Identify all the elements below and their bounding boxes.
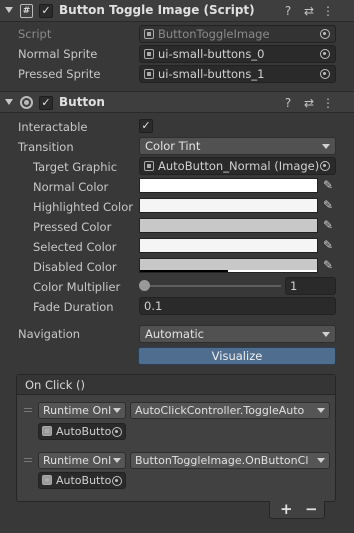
target-object-value: AutoButto: [56, 474, 112, 487]
add-entry-button[interactable]: +: [280, 501, 293, 517]
gameobject-icon: [42, 475, 52, 485]
target-graphic-field[interactable]: AutoButton_Normal (Image): [139, 157, 336, 175]
disabled-color-swatch[interactable]: [139, 258, 318, 273]
disabled-color-label: Disabled Color: [33, 260, 117, 274]
script-enabled-checkbox[interactable]: ✓: [39, 4, 53, 18]
navigation-dropdown[interactable]: Automatic: [139, 325, 336, 343]
highlighted-color-swatch[interactable]: [139, 198, 318, 213]
eyedropper-icon[interactable]: ✎: [321, 258, 335, 272]
transition-label: Transition: [18, 140, 74, 154]
navigation-value: Automatic: [145, 327, 204, 341]
object-picker-icon[interactable]: [320, 29, 330, 39]
interactable-label: Interactable: [18, 120, 88, 134]
target-graphic-value: AutoButton_Normal (Image): [158, 159, 320, 173]
image-icon: [144, 161, 154, 171]
script-label: Script: [18, 27, 52, 41]
normal-sprite-value: ui-small-buttons_0: [158, 47, 265, 61]
visualize-button[interactable]: Visualize: [138, 347, 336, 365]
button-component-icon: [20, 96, 33, 109]
selected-color-swatch[interactable]: [139, 238, 318, 253]
script-field[interactable]: ButtonToggleImage: [139, 25, 336, 43]
runtime-mode-value: Runtime Onl: [43, 454, 112, 467]
transition-dropdown[interactable]: Color Tint: [139, 137, 336, 155]
function-dropdown[interactable]: AutoClickController.ToggleAuto: [130, 402, 330, 419]
target-object-value: AutoButto: [56, 425, 112, 438]
on-click-header: On Click (): [17, 375, 335, 395]
script-field-value: ButtonToggleImage: [158, 27, 270, 41]
chevron-down-icon: [317, 408, 325, 413]
function-value: AutoClickController.ToggleAuto: [135, 404, 305, 417]
script-component-header[interactable]: # ✓ Button Toggle Image (Script) ? ⇄ ⋮: [0, 0, 354, 22]
chevron-down-icon: [322, 332, 330, 337]
fade-duration-label: Fade Duration: [33, 300, 114, 314]
chevron-down-icon: [317, 458, 325, 463]
button-component-title: Button: [59, 95, 105, 109]
color-multiplier-input[interactable]: 1: [285, 277, 336, 295]
object-picker-icon[interactable]: [112, 476, 122, 486]
object-picker-icon[interactable]: [112, 427, 122, 437]
button-enabled-checkbox[interactable]: ✓: [39, 96, 53, 110]
eyedropper-icon[interactable]: ✎: [321, 218, 335, 232]
normal-sprite-label: Normal Sprite: [18, 47, 98, 61]
function-value: ButtonToggleImage.OnButtonCl: [135, 454, 309, 467]
foldout-arrow-icon[interactable]: [5, 99, 13, 105]
pressed-sprite-value: ui-small-buttons_1: [158, 67, 265, 81]
preset-settings-icon[interactable]: ⇄: [302, 4, 316, 18]
target-object-field[interactable]: AutoButto: [38, 472, 126, 489]
more-options-icon[interactable]: ⋮: [321, 4, 335, 18]
script-asset-icon: [144, 29, 154, 39]
reorder-handle-icon[interactable]: [24, 408, 32, 412]
pressed-color-label: Pressed Color: [33, 220, 112, 234]
target-object-field[interactable]: AutoButto: [38, 423, 126, 440]
interactable-checkbox[interactable]: ✓: [139, 119, 153, 133]
pressed-sprite-field[interactable]: ui-small-buttons_1: [139, 65, 336, 83]
chevron-down-icon: [322, 144, 330, 149]
on-click-title: On Click (): [25, 378, 86, 392]
preset-settings-icon[interactable]: ⇄: [302, 96, 316, 110]
normal-sprite-field[interactable]: ui-small-buttons_0: [139, 45, 336, 63]
color-multiplier-slider-track[interactable]: [144, 285, 281, 287]
target-graphic-label: Target Graphic: [33, 160, 118, 174]
eyedropper-icon[interactable]: ✎: [321, 238, 335, 252]
foldout-arrow-icon[interactable]: [5, 7, 13, 13]
runtime-mode-dropdown[interactable]: Runtime Onl: [38, 452, 126, 469]
pressed-sprite-label: Pressed Sprite: [18, 67, 101, 81]
csharp-script-icon: #: [20, 4, 33, 18]
function-dropdown[interactable]: ButtonToggleImage.OnButtonCl: [130, 452, 330, 469]
sprite-icon: [144, 49, 154, 59]
help-icon[interactable]: ?: [281, 96, 295, 110]
normal-color-label: Normal Color: [33, 180, 109, 194]
pressed-color-swatch[interactable]: [139, 218, 318, 233]
object-picker-icon[interactable]: [320, 49, 330, 59]
highlighted-color-label: Highlighted Color: [33, 200, 133, 214]
list-add-remove-footer: + −: [269, 501, 325, 519]
remove-entry-button[interactable]: −: [305, 501, 318, 517]
button-component-header[interactable]: ✓ Button ? ⇄ ⋮: [0, 91, 354, 113]
object-picker-icon[interactable]: [320, 69, 330, 79]
reorder-handle-icon[interactable]: [24, 458, 32, 462]
gameobject-icon: [42, 426, 52, 436]
transition-value: Color Tint: [145, 139, 201, 153]
chevron-down-icon: [113, 408, 121, 413]
selected-color-label: Selected Color: [33, 240, 117, 254]
more-options-icon[interactable]: ⋮: [321, 96, 335, 110]
fade-duration-input[interactable]: 0.1: [139, 297, 336, 315]
object-picker-icon[interactable]: [320, 161, 330, 171]
navigation-label: Navigation: [18, 327, 81, 341]
normal-color-swatch[interactable]: [139, 178, 318, 193]
runtime-mode-value: Runtime Onl: [43, 404, 112, 417]
chevron-down-icon: [113, 458, 121, 463]
eyedropper-icon[interactable]: ✎: [321, 198, 335, 212]
color-multiplier-label: Color Multiplier: [33, 280, 121, 294]
eyedropper-icon[interactable]: ✎: [321, 178, 335, 192]
help-icon[interactable]: ?: [281, 4, 295, 18]
script-component-title: Button Toggle Image (Script): [59, 3, 255, 17]
runtime-mode-dropdown[interactable]: Runtime Onl: [38, 402, 126, 419]
sprite-icon: [144, 69, 154, 79]
color-multiplier-slider-handle[interactable]: [139, 280, 150, 291]
